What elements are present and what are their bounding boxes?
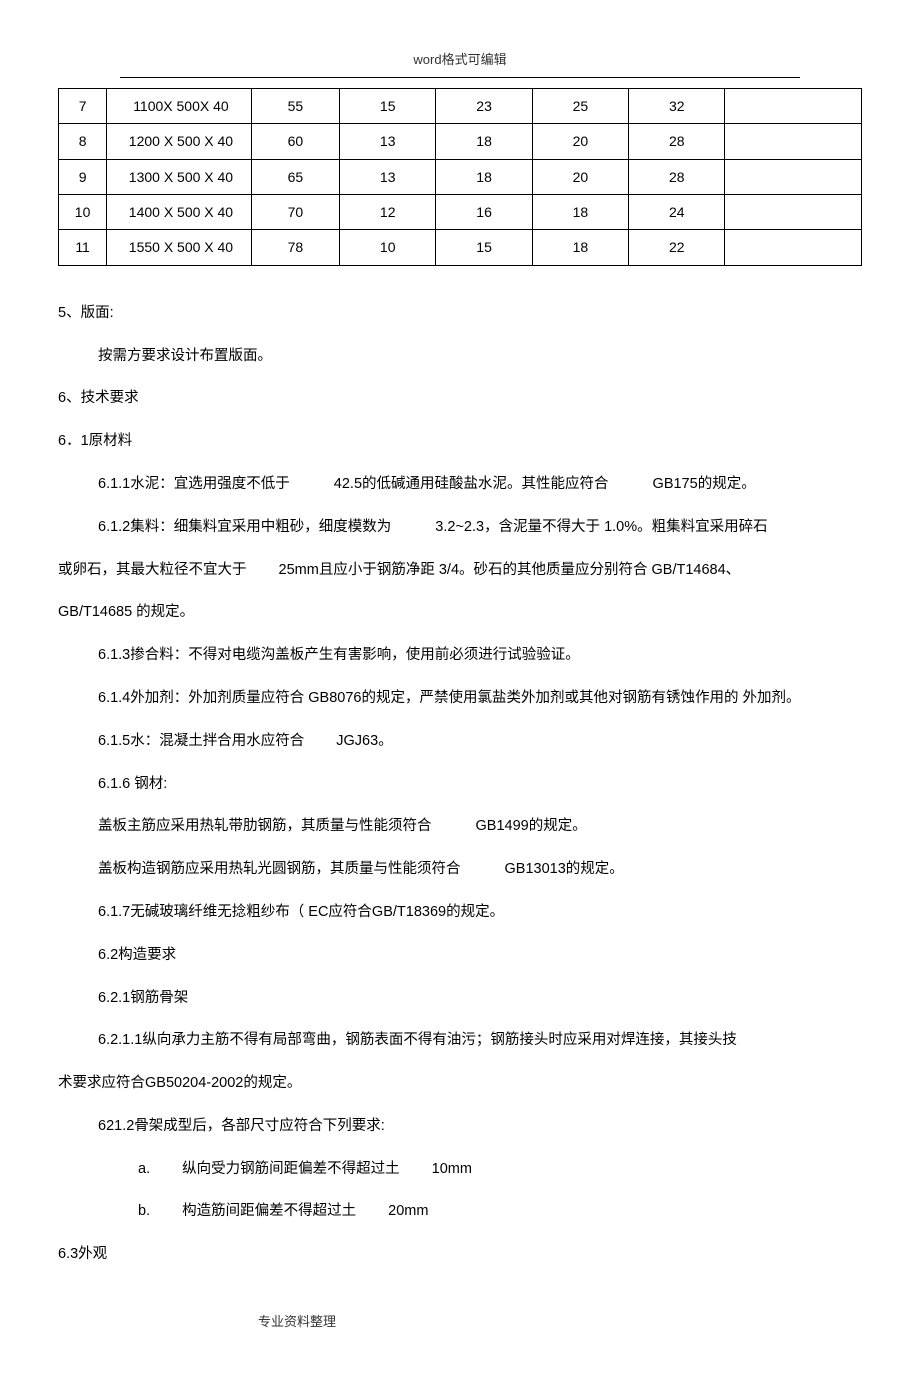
- section-6-1-title: 6．1原材料: [58, 424, 862, 459]
- list-label: a.: [138, 1161, 150, 1177]
- cell: 15: [340, 88, 436, 123]
- section-6-2-1-1b: 术要求应符合GB50204-2002的规定。: [58, 1066, 862, 1101]
- cell-idx: 8: [59, 124, 107, 159]
- cell-dim: 1100X 500X 40: [107, 88, 252, 123]
- cell: 20: [532, 124, 628, 159]
- cell: 65: [251, 159, 339, 194]
- cell: 16: [436, 194, 532, 229]
- cell: 13: [340, 124, 436, 159]
- section-6-1-6-p1: 盖板主筋应采用热轧带肋钢筋，其质量与性能须符合 GB1499的规定。: [58, 809, 862, 844]
- cell: [725, 159, 862, 194]
- cell-idx: 11: [59, 230, 107, 265]
- cell-idx: 7: [59, 88, 107, 123]
- text: 6.1.5水：混凝土拌合用水应符合: [98, 733, 304, 749]
- cell: 28: [629, 124, 725, 159]
- text: GB1499的规定。: [476, 818, 587, 834]
- section-6-2-1-1a: 6.2.1.1纵向承力主筋不得有局部弯曲，钢筋表面不得有油污；钢筋接头时应采用对…: [58, 1023, 862, 1058]
- cell: 13: [340, 159, 436, 194]
- page-footer: 专业资料整理: [58, 1312, 862, 1333]
- cell-dim: 1200 X 500 X 40: [107, 124, 252, 159]
- cell: 18: [532, 194, 628, 229]
- text: 6.1.2集料：细集料宜采用中粗砂，细度模数为: [98, 519, 391, 535]
- section-6-1-2-line3: GB/T14685 的规定。: [58, 595, 862, 630]
- cell: [725, 194, 862, 229]
- section-6-2: 6.2构造要求: [58, 938, 862, 973]
- table-row: 10 1400 X 500 X 40 70 12 16 18 24: [59, 194, 862, 229]
- cell-idx: 9: [59, 159, 107, 194]
- section-6-1-6-p2: 盖板构造钢筋应采用热轧光圆钢筋，其质量与性能须符合 GB13013的规定。: [58, 852, 862, 887]
- data-table: 7 1100X 500X 40 55 15 23 25 32 8 1200 X …: [58, 88, 862, 266]
- section-6-3: 6.3外观: [58, 1237, 862, 1272]
- cell: 23: [436, 88, 532, 123]
- text: GB13013的规定。: [505, 861, 624, 877]
- text: JGJ63。: [336, 733, 392, 749]
- cell: 18: [436, 159, 532, 194]
- table-row: 8 1200 X 500 X 40 60 13 18 20 28: [59, 124, 862, 159]
- section-6-1-1: 6.1.1水泥：宜选用强度不低于 42.5的低碱通用硅酸盐水泥。其性能应符合 G…: [58, 467, 862, 502]
- section-6-1-2-line2: 或卵石，其最大粒径不宜大于 25mm且应小于钢筋净距 3/4。砂石的其他质量应分…: [58, 553, 862, 588]
- page-header: word格式可编辑: [120, 50, 800, 78]
- cell-dim: 1300 X 500 X 40: [107, 159, 252, 194]
- cell: [725, 124, 862, 159]
- section-6-1-7: 6.1.7无碱玻璃纤维无捻粗纱布（ EC应符合GB/T18369的规定。: [58, 895, 862, 930]
- cell-idx: 10: [59, 194, 107, 229]
- section-6-title: 6、技术要求: [58, 381, 862, 416]
- cell: 18: [436, 124, 532, 159]
- document-page: word格式可编辑 7 1100X 500X 40 55 15 23 25 32…: [0, 0, 920, 1373]
- list-label: b.: [138, 1203, 150, 1219]
- text: 或卵石，其最大粒径不宜大于: [58, 562, 247, 578]
- section-6-1-6: 6.1.6 钢材:: [58, 767, 862, 802]
- table-row: 7 1100X 500X 40 55 15 23 25 32: [59, 88, 862, 123]
- table-row: 11 1550 X 500 X 40 78 10 15 18 22: [59, 230, 862, 265]
- section-5-body: 按需方要求设计布置版面。: [58, 339, 862, 374]
- cell: [725, 88, 862, 123]
- cell: 32: [629, 88, 725, 123]
- cell: 18: [532, 230, 628, 265]
- list-value: 10mm: [432, 1161, 472, 1177]
- cell: 55: [251, 88, 339, 123]
- cell: 15: [436, 230, 532, 265]
- cell-dim: 1550 X 500 X 40: [107, 230, 252, 265]
- cell: 28: [629, 159, 725, 194]
- section-6-1-3: 6.1.3掺合料：不得对电缆沟盖板产生有害影响，使用前必须进行试验验证。: [58, 638, 862, 673]
- list-text: 构造筋间距偏差不得超过土: [182, 1203, 356, 1219]
- section-6-2-1: 6.2.1钢筋骨架: [58, 981, 862, 1016]
- list-item-a: a. 纵向受力钢筋间距偏差不得超过土 10mm: [58, 1152, 862, 1187]
- cell: 78: [251, 230, 339, 265]
- text: 盖板主筋应采用热轧带肋钢筋，其质量与性能须符合: [98, 818, 432, 834]
- section-6-1-5: 6.1.5水：混凝土拌合用水应符合 JGJ63。: [58, 724, 862, 759]
- cell: 22: [629, 230, 725, 265]
- cell: 25: [532, 88, 628, 123]
- text: GB175的规定。: [653, 476, 756, 492]
- cell: [725, 230, 862, 265]
- list-value: 20mm: [388, 1203, 428, 1219]
- cell: 10: [340, 230, 436, 265]
- cell: 12: [340, 194, 436, 229]
- text: 6.1.1水泥：宜选用强度不低于: [98, 476, 290, 492]
- text: 25mm且应小于钢筋净距 3/4。砂石的其他质量应分别符合 GB/T14684、: [279, 562, 741, 578]
- cell: 60: [251, 124, 339, 159]
- section-6-2-1-2: 621.2骨架成型后，各部尺寸应符合下列要求:: [58, 1109, 862, 1144]
- text: 3.2~2.3，含泥量不得大于 1.0%。粗集料宜采用碎石: [435, 519, 767, 535]
- section-5-title: 5、版面:: [58, 296, 862, 331]
- cell: 20: [532, 159, 628, 194]
- cell-dim: 1400 X 500 X 40: [107, 194, 252, 229]
- list-item-b: b. 构造筋间距偏差不得超过土 20mm: [58, 1194, 862, 1229]
- section-6-1-4: 6.1.4外加剂：外加剂质量应符合 GB8076的规定，严禁使用氯盐类外加剂或其…: [58, 681, 862, 716]
- text: 42.5的低碱通用硅酸盐水泥。其性能应符合: [334, 476, 609, 492]
- table-row: 9 1300 X 500 X 40 65 13 18 20 28: [59, 159, 862, 194]
- table-body: 7 1100X 500X 40 55 15 23 25 32 8 1200 X …: [59, 88, 862, 265]
- cell: 70: [251, 194, 339, 229]
- list-text: 纵向受力钢筋间距偏差不得超过土: [182, 1161, 400, 1177]
- section-6-1-2-line1: 6.1.2集料：细集料宜采用中粗砂，细度模数为 3.2~2.3，含泥量不得大于 …: [58, 510, 862, 545]
- cell: 24: [629, 194, 725, 229]
- text: 盖板构造钢筋应采用热轧光圆钢筋，其质量与性能须符合: [98, 861, 461, 877]
